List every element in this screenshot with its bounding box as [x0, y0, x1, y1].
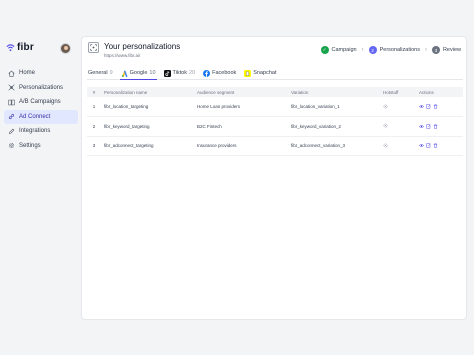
tab-snapchat[interactable]: Snapchat	[243, 67, 277, 79]
chevron-right-icon: ›	[361, 47, 364, 53]
tab-count: 20	[188, 70, 196, 76]
step-personalizations[interactable]: 2 Personalizations	[368, 46, 420, 54]
actions-cell	[416, 117, 463, 137]
tab-label: Snapchat	[253, 70, 277, 76]
personalizations-table: # Personalization name Audience segment …	[87, 87, 463, 156]
facebook-icon	[203, 69, 211, 77]
column-header-variation: Variation	[291, 89, 309, 95]
main-panel: Your personalizations https://www.fibr.a…	[81, 36, 467, 320]
sidebar-item-ab-campaigns[interactable]: A/B Campaigns	[4, 95, 78, 110]
column-header-number: #	[92, 89, 96, 95]
sidebar-item-label: Settings	[19, 142, 41, 149]
sidebar-item-home[interactable]: Home	[4, 66, 78, 81]
tab-label: General	[88, 70, 108, 76]
hotstuff-cell	[380, 97, 416, 117]
gear-icon[interactable]	[383, 123, 388, 128]
trash-icon[interactable]	[433, 143, 438, 148]
edit-icon[interactable]	[426, 143, 431, 148]
step-number: 3	[431, 46, 440, 54]
tab-label: Tiktok	[172, 70, 187, 76]
progress-stepper: ✓ Campaign › 2 Personalizations › 3 Revi…	[320, 46, 461, 54]
table-row[interactable]: 3 fibr_adconnect_targeting Insurance pro…	[87, 136, 463, 156]
target-icon	[88, 42, 99, 53]
row-number: 3	[92, 143, 96, 149]
page-title: Your personalizations	[104, 42, 181, 51]
sidebar-item-personalizations[interactable]: Personalizations	[4, 81, 78, 96]
step-label: Personalizations	[379, 47, 420, 53]
tab-facebook[interactable]: Facebook	[202, 67, 237, 79]
actions-cell	[416, 136, 463, 156]
sidebar-item-label: Personalizations	[19, 84, 64, 91]
eye-icon[interactable]	[419, 124, 424, 129]
snapchat-icon	[244, 69, 252, 77]
chevron-right-icon: ›	[424, 47, 427, 53]
crosshair-icon	[8, 84, 15, 91]
audience-segment: Home Loan providers	[197, 104, 241, 109]
tab-label: Facebook	[212, 70, 237, 76]
sidebar-nav: Home Personalizations A/B Campaigns Ad C…	[4, 66, 78, 153]
table-header-row: # Personalization name Audience segment …	[87, 87, 463, 97]
step-number: 2	[368, 46, 377, 54]
sidebar-item-ad-connect[interactable]: Ad Connect	[4, 109, 78, 124]
edit-icon[interactable]	[426, 104, 431, 109]
row-number: 2	[92, 123, 96, 129]
pencil-icon	[9, 128, 15, 134]
step-label: Review	[442, 47, 461, 53]
tab-tiktok[interactable]: Tiktok 20	[163, 67, 197, 79]
gear-icon[interactable]	[383, 103, 388, 109]
column-header-name: Personalization name	[104, 89, 148, 95]
google-ads-icon	[121, 70, 128, 77]
sidebar-item-label: Integrations	[19, 128, 51, 135]
audience-segment: Insurance providers	[197, 143, 237, 149]
row-number: 1	[92, 104, 96, 109]
brand-name: fibr	[17, 42, 34, 53]
eye-icon[interactable]	[419, 104, 424, 109]
tab-label: Google	[129, 70, 148, 76]
link-icon	[9, 114, 14, 120]
step-campaign[interactable]: ✓ Campaign	[320, 46, 357, 54]
gear-icon	[8, 143, 15, 149]
eye-icon[interactable]	[419, 143, 424, 148]
trash-icon[interactable]	[433, 124, 438, 129]
hotstuff-cell	[380, 117, 416, 137]
step-label: Campaign	[331, 47, 357, 53]
sidebar-item-label: Ad Connect	[19, 113, 51, 120]
tab-count: 9	[109, 70, 113, 76]
column-header-hotstuff: Hotstuff	[383, 89, 399, 95]
home-icon	[8, 70, 15, 77]
table-row[interactable]: 1 fibr_location_targeting Home Loan prov…	[87, 97, 463, 117]
tiktok-icon	[163, 69, 171, 77]
page-url[interactable]: https://www.fibr.ai/	[104, 53, 140, 58]
variation-name: fibr_adconnect_variation_3	[291, 143, 346, 149]
edit-icon[interactable]	[426, 124, 431, 129]
variation-name: fibr_keyword_variation_2	[291, 123, 342, 129]
audience-segment: B2C Fintech	[197, 123, 222, 129]
hotstuff-cell	[380, 136, 416, 156]
actions-cell	[416, 97, 463, 117]
wifi-icon	[6, 44, 15, 52]
tab-google[interactable]: Google 10	[119, 67, 157, 80]
column-header-audience: Audience segment	[197, 89, 235, 95]
column-header-actions: Actions	[419, 89, 434, 95]
tab-general[interactable]: General 9	[87, 67, 114, 79]
gear-icon[interactable]	[383, 143, 388, 148]
variation-name: fibr_location_variation_1	[291, 104, 340, 109]
sidebar-item-label: A/B Campaigns	[19, 99, 61, 106]
table-row[interactable]: 2 fibr_keyword_targeting B2C Fintech fib…	[87, 117, 463, 137]
check-icon: ✓	[320, 46, 329, 54]
ab-icon	[8, 99, 15, 105]
avatar[interactable]	[60, 43, 71, 54]
sidebar-item-integrations[interactable]: Integrations	[4, 124, 78, 139]
sidebar-item-settings[interactable]: Settings	[4, 139, 78, 154]
platform-tabs: General 9 Google 10 Tiktok 20 Facebook S…	[87, 67, 463, 80]
trash-icon[interactable]	[433, 104, 438, 109]
step-review[interactable]: 3 Review	[431, 46, 461, 54]
sidebar-item-label: Home	[19, 70, 36, 77]
personalization-name: fibr_location_targeting	[104, 104, 149, 109]
brand-logo[interactable]: fibr	[6, 42, 34, 53]
personalization-name: fibr_adconnect_targeting	[104, 143, 154, 149]
tab-count: 10	[149, 70, 156, 76]
personalization-name: fibr_keyword_targeting	[104, 123, 150, 129]
